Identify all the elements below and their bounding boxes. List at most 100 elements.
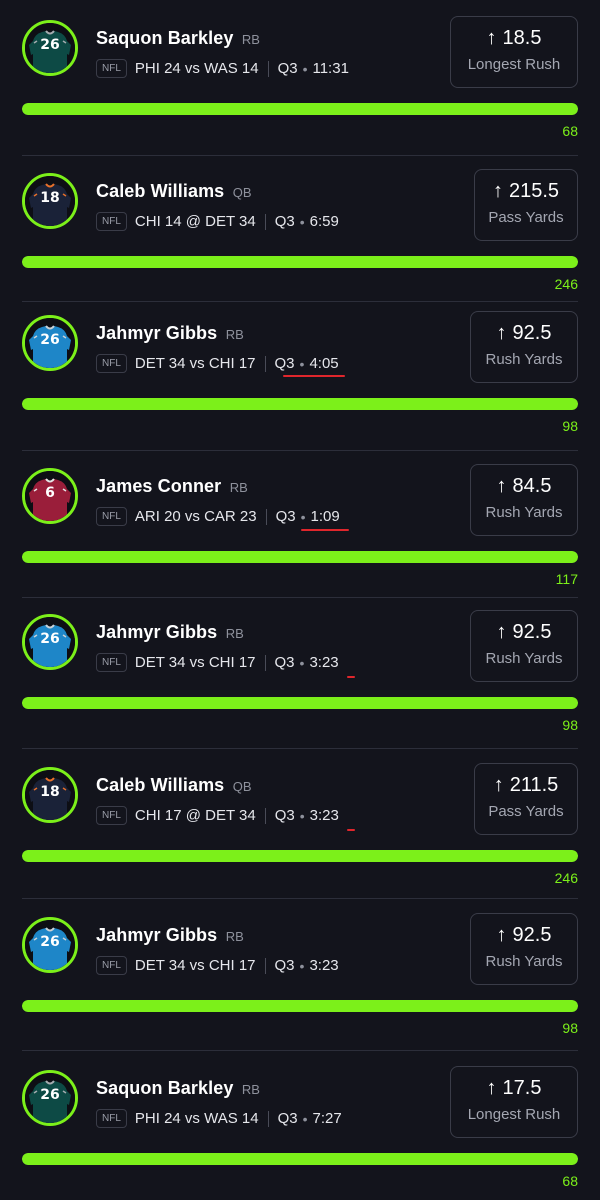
pick-card[interactable]: 26 Jahmyr Gibbs RB NFL DET 34 vs CHI 17 … [0, 610, 600, 760]
pick-card[interactable]: 18 Caleb Williams QB NFL CHI 14 @ DET 34… [0, 169, 600, 319]
player-position: RB [225, 327, 244, 342]
game-clock: 3:23 [309, 807, 339, 824]
player-header: James Conner RB [96, 476, 248, 497]
game-period: Q3 [277, 1110, 298, 1127]
divider [264, 213, 266, 230]
progress-fill [22, 398, 578, 410]
jersey-number: 18 [40, 190, 60, 206]
stat-line: ↑ 92.5 [471, 924, 577, 947]
line-value: 84.5 [512, 475, 552, 497]
game-period: Q3 [274, 957, 295, 974]
card-divider [22, 597, 578, 598]
stat-type: Rush Yards [485, 953, 563, 970]
divider [264, 957, 266, 974]
arrow-up-icon: ↑ [496, 924, 507, 946]
jersey-number: 26 [40, 37, 60, 53]
matchup-text: CHI 14 @ DET 34 [134, 213, 256, 230]
game-clock: 1:09 [310, 508, 340, 525]
divider [264, 807, 266, 824]
arrow-up-icon: ↑ [496, 475, 507, 497]
player-avatar: 18 [22, 767, 78, 823]
pick-card[interactable]: 26 Jahmyr Gibbs RB NFL DET 34 vs CHI 17 … [0, 311, 600, 461]
progress-fill [22, 850, 578, 862]
league-badge: NFL [96, 653, 127, 672]
player-header: Jahmyr Gibbs RB [96, 925, 244, 946]
actual-value: 98 [562, 717, 578, 733]
stat-line-box[interactable]: ↑ 215.5 Pass Yards [474, 169, 578, 241]
progress-bar [22, 850, 578, 862]
league-badge: NFL [96, 1109, 127, 1128]
card-divider [22, 1050, 578, 1051]
jersey-number: 18 [40, 784, 60, 800]
card-divider [22, 450, 578, 451]
progress-bar [22, 551, 578, 563]
player-avatar: 26 [22, 1070, 78, 1126]
stat-type: Longest Rush [467, 1106, 561, 1123]
card-divider [22, 748, 578, 749]
game-info: NFL CHI 17 @ DET 34 Q3 • 3:23 [96, 806, 339, 825]
player-name: Caleb Williams [96, 181, 225, 201]
red-underline-annotation [347, 829, 355, 831]
jersey-number: 26 [40, 332, 60, 348]
divider [265, 508, 267, 525]
pick-card[interactable]: 18 Caleb Williams QB NFL CHI 17 @ DET 34… [0, 763, 600, 913]
game-clock: 7:27 [312, 1110, 342, 1127]
divider [264, 355, 266, 372]
game-info: NFL DET 34 vs CHI 17 Q3 • 3:23 [96, 956, 339, 975]
stat-line-box[interactable]: ↑ 211.5 Pass Yards [474, 763, 578, 835]
separator-dot: • [302, 60, 308, 77]
progress-fill [22, 103, 578, 115]
player-position: RB [241, 32, 260, 47]
league-badge: NFL [96, 212, 127, 231]
actual-value: 246 [554, 870, 578, 886]
line-value: 18.5 [502, 27, 542, 49]
stat-line: ↑ 17.5 [451, 1077, 577, 1100]
card-divider [22, 155, 578, 156]
pick-card[interactable]: 6 James Conner RB NFL ARI 20 vs CAR 23 Q… [0, 464, 600, 614]
pick-card[interactable]: 26 Jahmyr Gibbs RB NFL DET 34 vs CHI 17 … [0, 913, 600, 1063]
stat-line-box[interactable]: ↑ 92.5 Rush Yards [470, 610, 578, 682]
separator-dot: • [299, 213, 305, 230]
matchup-text: DET 34 vs CHI 17 [134, 355, 256, 372]
matchup-text: ARI 20 vs CAR 23 [134, 508, 257, 525]
player-name: Saquon Barkley [96, 1078, 234, 1098]
stat-line-box[interactable]: ↑ 92.5 Rush Yards [470, 913, 578, 985]
stat-line-box[interactable]: ↑ 17.5 Longest Rush [450, 1066, 578, 1138]
red-underline-annotation [283, 375, 345, 377]
progress-bar [22, 398, 578, 410]
card-divider [22, 301, 578, 302]
stat-line-box[interactable]: ↑ 18.5 Longest Rush [450, 16, 578, 88]
jersey-number: 26 [40, 631, 60, 647]
stat-type: Pass Yards [488, 803, 564, 820]
stat-line-box[interactable]: ↑ 92.5 Rush Yards [470, 311, 578, 383]
player-avatar: 18 [22, 173, 78, 229]
progress-fill [22, 697, 578, 709]
line-value: 92.5 [512, 924, 552, 946]
game-info: NFL PHI 24 vs WAS 14 Q3 • 11:31 [96, 59, 349, 78]
player-header: Caleb Williams QB [96, 181, 252, 202]
stat-type: Pass Yards [488, 209, 564, 226]
player-avatar: 26 [22, 614, 78, 670]
pick-card[interactable]: 26 Saquon Barkley RB NFL PHI 24 vs WAS 1… [0, 1066, 600, 1200]
pick-card[interactable]: 26 Saquon Barkley RB NFL PHI 24 vs WAS 1… [0, 16, 600, 166]
stat-line-box[interactable]: ↑ 84.5 Rush Yards [470, 464, 578, 536]
progress-bar [22, 103, 578, 115]
red-underline-annotation [347, 676, 355, 678]
stat-type: Rush Yards [485, 504, 563, 521]
league-badge: NFL [96, 354, 127, 373]
league-badge: NFL [96, 956, 127, 975]
divider [264, 654, 266, 671]
player-position: RB [225, 929, 244, 944]
player-position: RB [241, 1082, 260, 1097]
game-period: Q3 [275, 508, 296, 525]
game-info: NFL DET 34 vs CHI 17 Q3 • 4:05 [96, 354, 339, 373]
jersey-number: 26 [40, 934, 60, 950]
stat-line: ↑ 92.5 [471, 322, 577, 345]
player-position: RB [229, 480, 248, 495]
separator-dot: • [300, 508, 306, 525]
game-info: NFL CHI 14 @ DET 34 Q3 • 6:59 [96, 212, 339, 231]
league-badge: NFL [96, 507, 127, 526]
line-value: 92.5 [512, 621, 552, 643]
stat-line: ↑ 18.5 [451, 27, 577, 50]
game-info: NFL PHI 24 vs WAS 14 Q3 • 7:27 [96, 1109, 342, 1128]
